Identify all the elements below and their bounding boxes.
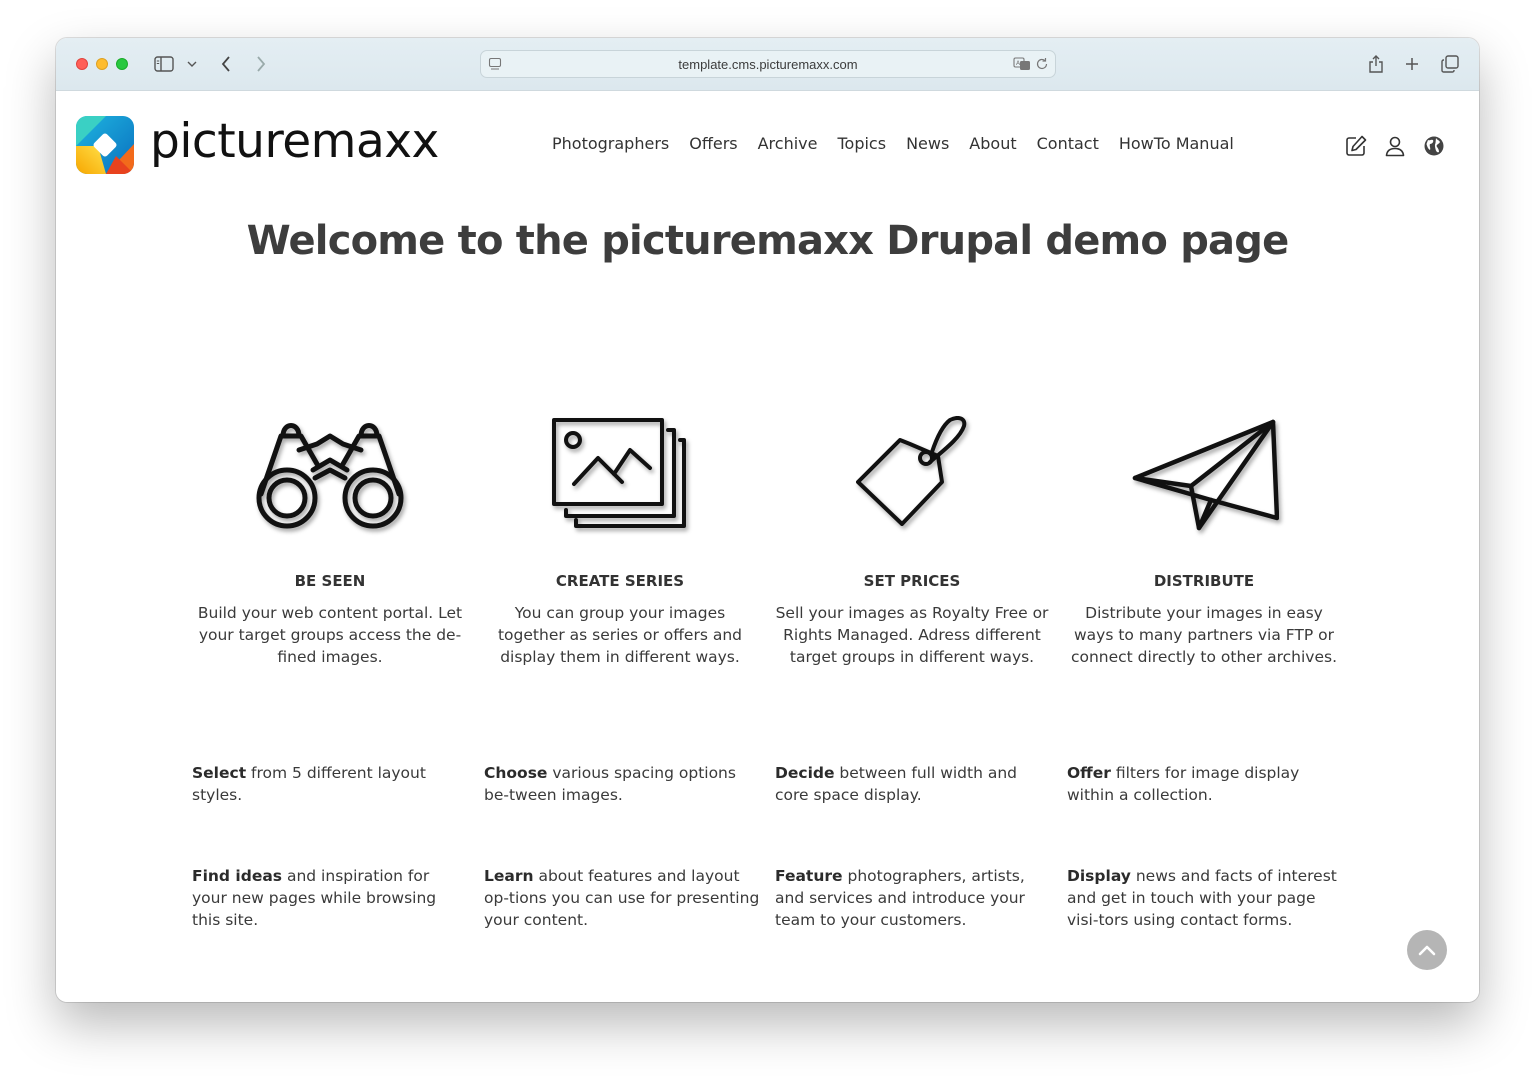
web-page: picturemaxx Photographers Offers Archive… — [56, 92, 1479, 1002]
feature-set-prices: SET PRICES Sell your images as Royalty F… — [774, 412, 1050, 668]
browser-window: template.cms.picturemaxx.com A picturema… — [56, 38, 1479, 1002]
page-title: Welcome to the picturemaxx Drupal demo p… — [246, 218, 1290, 264]
image-stack-icon — [482, 412, 758, 536]
detail-item: Learn about features and layout op-tions… — [484, 865, 760, 931]
user-icon[interactable] — [1383, 134, 1407, 158]
nav-news[interactable]: News — [906, 134, 949, 153]
edit-icon[interactable] — [1344, 134, 1368, 158]
back-icon[interactable] — [216, 52, 236, 76]
detail-keyword: Choose — [484, 764, 548, 782]
scroll-to-top-button[interactable] — [1407, 930, 1447, 970]
nav-topics[interactable]: Topics — [837, 134, 886, 153]
minimize-window-button[interactable] — [96, 58, 108, 70]
detail-item: Offer filters for image display within a… — [1067, 762, 1343, 806]
address-bar[interactable]: template.cms.picturemaxx.com A — [480, 50, 1056, 78]
detail-keyword: Feature — [775, 867, 843, 885]
feature-distribute: DISTRIBUTE Distribute your images in eas… — [1066, 412, 1342, 668]
detail-item: Display news and facts of interest and g… — [1067, 865, 1343, 931]
main-navigation: Photographers Offers Archive Topics News… — [552, 134, 1254, 153]
feature-text: You can group your images together as se… — [497, 604, 743, 666]
price-tag-icon — [774, 412, 1050, 536]
feature-title: BE SEEN — [294, 572, 366, 590]
detail-item: Feature photographers, artists, and serv… — [775, 865, 1051, 931]
new-tab-icon[interactable] — [1402, 52, 1422, 76]
chevron-up-icon — [1418, 945, 1436, 956]
feature-text: Build your web content portal. Let your … — [197, 604, 463, 666]
nav-photographers[interactable]: Photographers — [552, 134, 669, 153]
site-header: picturemaxx Photographers Offers Archive… — [56, 92, 1479, 202]
detail-keyword: Learn — [484, 867, 534, 885]
feature-title: CREATE SERIES — [555, 572, 685, 590]
feature-title: SET PRICES — [863, 572, 961, 590]
nav-archive[interactable]: Archive — [758, 134, 818, 153]
picturemaxx-logo-icon[interactable] — [76, 116, 134, 174]
nav-howto-manual[interactable]: HowTo Manual — [1119, 134, 1234, 153]
header-actions — [1344, 134, 1461, 158]
feature-text: Distribute your images in easy ways to m… — [1070, 604, 1338, 666]
forward-icon[interactable] — [251, 52, 271, 76]
feature-create-series: CREATE SERIES You can group your images … — [482, 412, 758, 668]
nav-offers[interactable]: Offers — [689, 134, 737, 153]
site-logo-text[interactable]: picturemaxx — [150, 114, 439, 169]
browser-toolbar: template.cms.picturemaxx.com A — [56, 38, 1479, 91]
binoculars-icon — [192, 412, 468, 536]
detail-keyword: Decide — [775, 764, 835, 782]
detail-keyword: Find ideas — [192, 867, 283, 885]
translate-icon[interactable]: A — [1013, 57, 1031, 76]
sidebar-toggle-icon[interactable] — [152, 52, 176, 76]
detail-keyword: Select — [192, 764, 247, 782]
feature-title: DISTRIBUTE — [1153, 572, 1255, 590]
detail-item: Select from 5 different layout styles. — [192, 762, 468, 806]
nav-about[interactable]: About — [969, 134, 1016, 153]
reload-icon[interactable] — [1035, 57, 1049, 76]
nav-contact[interactable]: Contact — [1037, 134, 1099, 153]
detail-item: Decide between full width and core space… — [775, 762, 1051, 806]
feature-be-seen: BE SEEN Build your web content portal. L… — [192, 412, 468, 668]
globe-icon[interactable] — [1422, 134, 1446, 158]
close-window-button[interactable] — [76, 58, 88, 70]
zoom-window-button[interactable] — [116, 58, 128, 70]
url-text: template.cms.picturemaxx.com — [678, 57, 858, 72]
detail-keyword: Display — [1067, 867, 1131, 885]
chevron-down-icon[interactable] — [186, 52, 198, 76]
feature-text: Sell your images as Royalty Free or Righ… — [775, 604, 1049, 666]
tab-overview-icon[interactable] — [1440, 52, 1460, 76]
share-icon[interactable] — [1366, 52, 1386, 76]
paper-plane-icon — [1066, 412, 1342, 536]
detail-item: Find ideas and inspiration for your new … — [192, 865, 468, 931]
detail-keyword: Offer — [1067, 764, 1111, 782]
detail-item: Choose various spacing options be-tween … — [484, 762, 760, 806]
